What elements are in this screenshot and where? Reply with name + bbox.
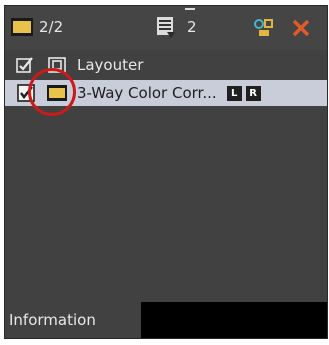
film-icon[interactable] <box>11 18 33 36</box>
rearrange-icon[interactable] <box>253 18 275 38</box>
tracks-count: 2 <box>187 18 197 36</box>
badge-l: L <box>226 85 242 101</box>
tracks-icon[interactable] <box>155 15 177 39</box>
callout-circle <box>28 68 76 116</box>
badge-r: R <box>245 85 261 101</box>
list-item-label: 3-Way Color Corr... <box>77 84 217 102</box>
tab-bar: Information <box>5 302 327 338</box>
tracks-indicator <box>185 8 195 10</box>
list-item-label: Layouter <box>77 56 144 74</box>
panel-toolbar: 2/2 2 <box>5 6 327 50</box>
effect-panel: 2/2 2 Layouter 3-Way Color Corr... L R I… <box>4 5 328 339</box>
tab-information[interactable]: Information <box>5 302 141 338</box>
count-label: 2/2 <box>39 18 64 36</box>
close-icon[interactable] <box>291 18 311 38</box>
